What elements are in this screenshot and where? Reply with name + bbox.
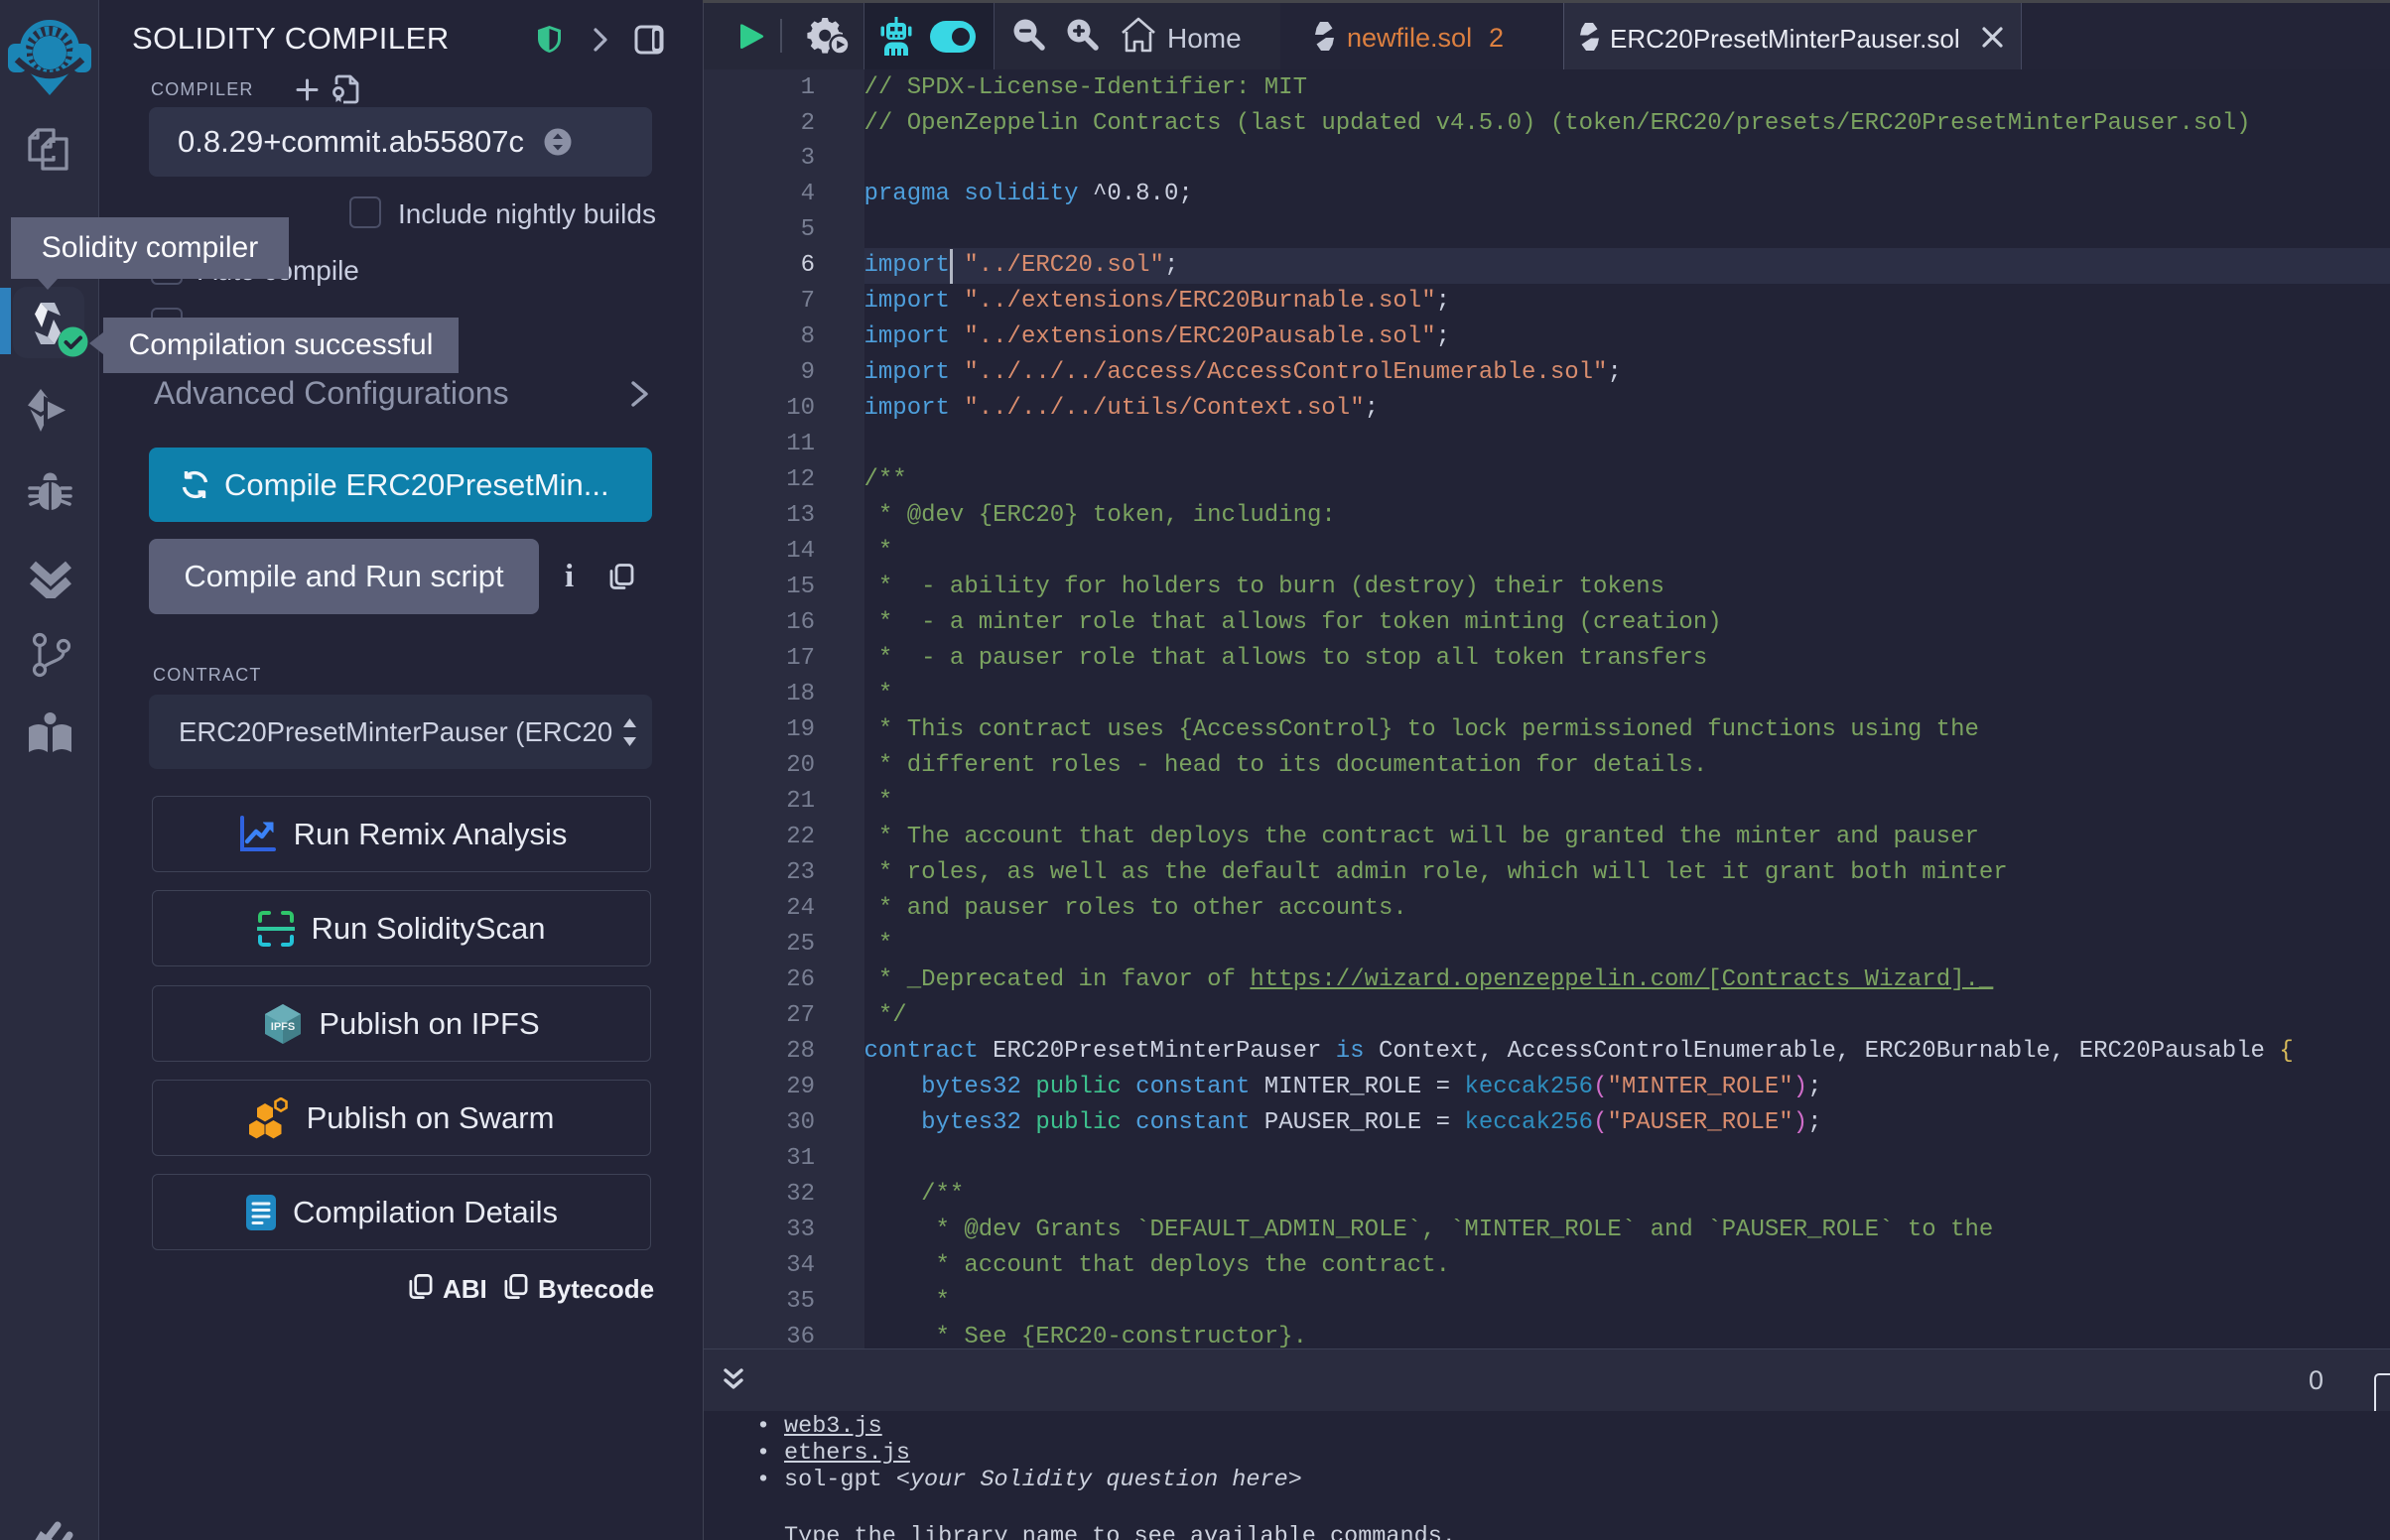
svg-text:IPFS: IPFS [271,1021,295,1033]
